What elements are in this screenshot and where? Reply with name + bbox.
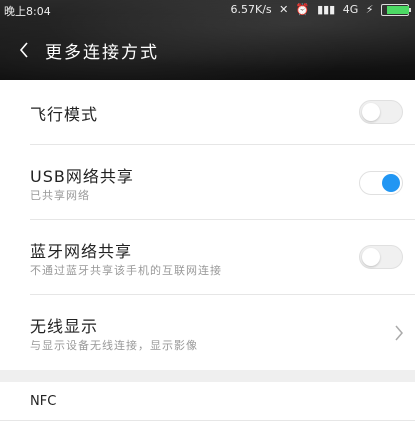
signal-icon: ▮▮▮ xyxy=(317,3,336,16)
silent-icon: ✕ xyxy=(279,3,289,16)
alarm-icon: ⏰ xyxy=(295,3,310,16)
toggle-knob xyxy=(362,103,380,121)
bluetooth-tethering-row[interactable]: 蓝牙网络共享 不通过蓝牙共享该手机的互联网连接 xyxy=(0,220,415,294)
bluetooth-tethering-status: 不通过蓝牙共享该手机的互联网连接 xyxy=(30,264,222,277)
bluetooth-tethering-label: 蓝牙网络共享 xyxy=(30,242,133,261)
airplane-mode-label: 飞行模式 xyxy=(30,105,99,124)
bluetooth-tethering-toggle[interactable] xyxy=(359,245,403,269)
usb-tethering-status: 已共享网络 xyxy=(30,189,90,202)
divider xyxy=(0,420,415,421)
usb-tethering-toggle[interactable] xyxy=(359,171,403,195)
network-speed: 6.57K/s xyxy=(230,3,272,16)
page-title: 更多连接方式 xyxy=(45,43,159,63)
charging-icon: ⚡ xyxy=(365,3,374,16)
usb-tethering-row[interactable]: USB网络共享 已共享网络 xyxy=(0,145,415,219)
wireless-display-desc: 与显示设备无线连接，显示影像 xyxy=(30,339,198,352)
section-gap xyxy=(0,370,415,382)
status-icons: 6.57K/s ✕ ⏰ ▮▮▮ 4G ⚡ xyxy=(226,3,411,16)
nfc-section: NFC xyxy=(0,382,415,441)
back-icon[interactable] xyxy=(14,40,34,60)
airplane-mode-toggle[interactable] xyxy=(359,100,403,124)
battery-icon xyxy=(381,4,411,16)
header: 晚上8:04 6.57K/s ✕ ⏰ ▮▮▮ 4G ⚡ 更多连接方式 xyxy=(0,0,415,80)
usb-tethering-label: USB网络共享 xyxy=(30,167,134,186)
status-time: 晚上8:04 xyxy=(4,5,51,18)
status-bar: 晚上8:04 6.57K/s ✕ ⏰ ▮▮▮ 4G ⚡ xyxy=(0,0,415,22)
toggle-knob xyxy=(382,174,400,192)
network-type: 4G xyxy=(342,3,359,16)
airplane-mode-row[interactable]: 飞行模式 xyxy=(0,80,415,144)
title-bar: 更多连接方式 xyxy=(0,30,415,70)
wireless-display-row[interactable]: 无线显示 与显示设备无线连接，显示影像 xyxy=(0,295,415,370)
settings-list: 飞行模式 USB网络共享 已共享网络 蓝牙网络共享 不通过蓝牙共享该手机的互联网… xyxy=(0,80,415,370)
toggle-knob xyxy=(362,248,380,266)
wireless-display-label: 无线显示 xyxy=(30,317,99,336)
nfc-header: NFC xyxy=(30,394,57,409)
chevron-right-icon xyxy=(395,325,403,341)
